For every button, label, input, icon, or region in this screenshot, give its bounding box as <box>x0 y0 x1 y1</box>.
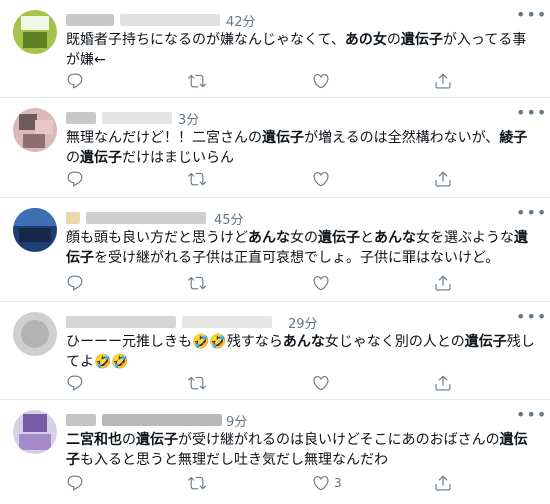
more-icon[interactable]: ••• <box>516 7 546 26</box>
tweet-actions: 3 <box>66 474 506 494</box>
share-icon[interactable] <box>434 170 454 190</box>
tweet-item[interactable]: 29分 ••• ひーーー元推しきも🤣🤣残すならあんな女じゃなく別の人との遺伝子残… <box>0 302 550 400</box>
avatar[interactable] <box>13 410 57 454</box>
tweet-header: 42分 <box>66 10 506 30</box>
share-icon[interactable] <box>434 374 454 394</box>
more-icon[interactable]: ••• <box>516 205 546 224</box>
reply-icon[interactable] <box>66 474 86 494</box>
tweet-header: 3分 <box>66 108 506 128</box>
retweet-icon[interactable] <box>188 274 208 294</box>
tweet-item[interactable]: 9分 ••• 二宮和也の遺伝子が受け継がれるのは良いけどそこにあのおばさんの遺伝… <box>0 400 550 504</box>
avatar[interactable] <box>13 312 57 356</box>
reply-icon[interactable] <box>66 374 86 394</box>
like-icon[interactable] <box>312 374 332 394</box>
tweet-text: ひーーー元推しきも🤣🤣残すならあんな女じゃなく別の人との遺伝子残してよ🤣🤣 <box>66 334 535 370</box>
tweet-header: 29分 <box>66 312 506 332</box>
like-count: 3 <box>334 476 342 490</box>
tweet-actions <box>66 170 506 190</box>
tweet-time: 42分 <box>226 15 256 30</box>
tweet-item[interactable]: 42分 ••• 既婚者子持ちになるのが嫌なんじゃなくて、あの女の遺伝子が入ってる… <box>0 0 550 98</box>
like-icon[interactable]: 3 <box>312 474 342 494</box>
share-icon[interactable] <box>434 72 454 92</box>
retweet-icon[interactable] <box>188 72 208 92</box>
share-icon[interactable] <box>434 274 454 294</box>
like-icon[interactable] <box>312 170 332 190</box>
redacted-handle <box>182 316 272 328</box>
more-icon[interactable]: ••• <box>516 309 546 328</box>
avatar[interactable] <box>13 208 57 252</box>
like-icon[interactable] <box>312 72 332 92</box>
tweet-time: 45分 <box>214 213 244 228</box>
tweet-text: 無理なんだけど！！二宮さんの遺伝子が増えるのは全然構わないが、綾子の遺伝子だけは… <box>66 130 528 166</box>
avatar[interactable] <box>13 108 57 152</box>
redacted-name <box>66 112 96 124</box>
redacted-handle <box>102 414 222 426</box>
redacted-handle <box>120 14 220 26</box>
tweet-text: 既婚者子持ちになるのが嫌なんじゃなくて、あの女の遺伝子が入ってる事が嫌← <box>66 32 527 68</box>
redacted-handle <box>86 212 206 224</box>
avatar[interactable] <box>13 10 57 54</box>
share-icon[interactable] <box>434 474 454 494</box>
retweet-icon[interactable] <box>188 170 208 190</box>
tweet-text: 顔も頭も良い方だと思うけどあんな女の遺伝子とあんな女を選ぶような遺伝子を受け継が… <box>66 230 528 266</box>
reply-icon[interactable] <box>66 72 86 92</box>
tweet-time: 3分 <box>178 113 200 128</box>
more-icon[interactable]: ••• <box>516 407 546 426</box>
tweet-header: 45分 <box>66 208 506 228</box>
retweet-icon[interactable] <box>188 374 208 394</box>
redacted-handle <box>102 112 172 124</box>
tweet-feed: 42分 ••• 既婚者子持ちになるのが嫌なんじゃなくて、あの女の遺伝子が入ってる… <box>0 0 550 504</box>
tweet-time: 9分 <box>226 415 248 430</box>
tweet-actions <box>66 374 506 394</box>
tweet-time: 29分 <box>288 317 318 332</box>
more-icon[interactable]: ••• <box>516 105 546 124</box>
reply-icon[interactable] <box>66 274 86 294</box>
redacted-name <box>66 14 114 26</box>
reply-icon[interactable] <box>66 170 86 190</box>
tweet-actions <box>66 274 506 294</box>
tweet-actions <box>66 72 506 92</box>
tweet-text: 二宮和也の遺伝子が受け継がれるのは良いけどそこにあのおばさんの遺伝子も入ると思う… <box>66 432 528 468</box>
redacted-name <box>66 212 80 224</box>
tweet-item[interactable]: 3分 ••• 無理なんだけど！！二宮さんの遺伝子が増えるのは全然構わないが、綾子… <box>0 98 550 198</box>
tweet-item[interactable]: 45分 ••• 顔も頭も良い方だと思うけどあんな女の遺伝子とあんな女を選ぶような… <box>0 198 550 302</box>
retweet-icon[interactable] <box>188 474 208 494</box>
like-icon[interactable] <box>312 274 332 294</box>
redacted-name <box>66 414 96 426</box>
tweet-header: 9分 <box>66 410 506 430</box>
redacted-name <box>66 316 176 328</box>
